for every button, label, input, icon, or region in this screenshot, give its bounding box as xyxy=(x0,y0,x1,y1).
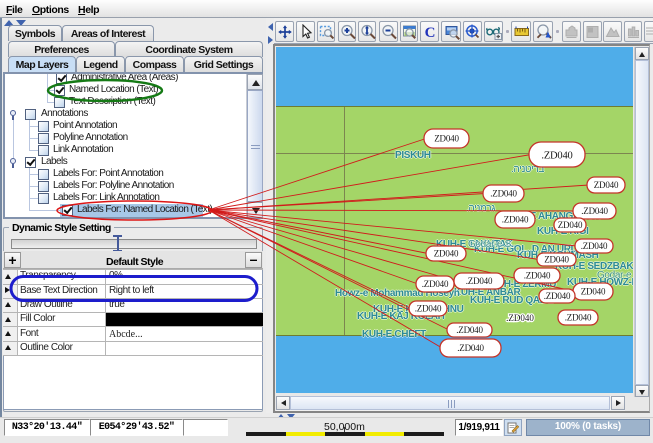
svg-text:.ZD040: .ZD040 xyxy=(565,313,592,323)
svg-text:ZD040: ZD040 xyxy=(558,220,583,230)
svg-text:.ZD040: .ZD040 xyxy=(422,279,449,289)
svg-text:.ZD040: .ZD040 xyxy=(581,241,608,251)
svg-text:.ZD040: .ZD040 xyxy=(524,271,551,281)
svg-text:.ZD040: .ZD040 xyxy=(415,304,442,314)
svg-text:ZD040: ZD040 xyxy=(594,180,619,190)
svg-text:.ZD040: .ZD040 xyxy=(581,206,608,216)
svg-text:ZD040: ZD040 xyxy=(434,249,459,259)
svg-text:.ZD040: .ZD040 xyxy=(506,313,534,323)
svg-text:.ZD040: .ZD040 xyxy=(456,325,483,335)
svg-text:.ZD040: .ZD040 xyxy=(544,291,571,301)
svg-text:.ZD040: .ZD040 xyxy=(466,276,493,286)
svg-text:.ZD040: .ZD040 xyxy=(541,150,572,161)
svg-text:.ZD040: .ZD040 xyxy=(490,189,517,199)
svg-text:.ZD040: .ZD040 xyxy=(457,343,484,353)
svg-text:.ZD040: .ZD040 xyxy=(502,215,529,225)
svg-text:ZD040: ZD040 xyxy=(434,134,459,144)
svg-text:ZD040: ZD040 xyxy=(581,287,606,297)
svg-text:ZD040: ZD040 xyxy=(544,255,569,265)
